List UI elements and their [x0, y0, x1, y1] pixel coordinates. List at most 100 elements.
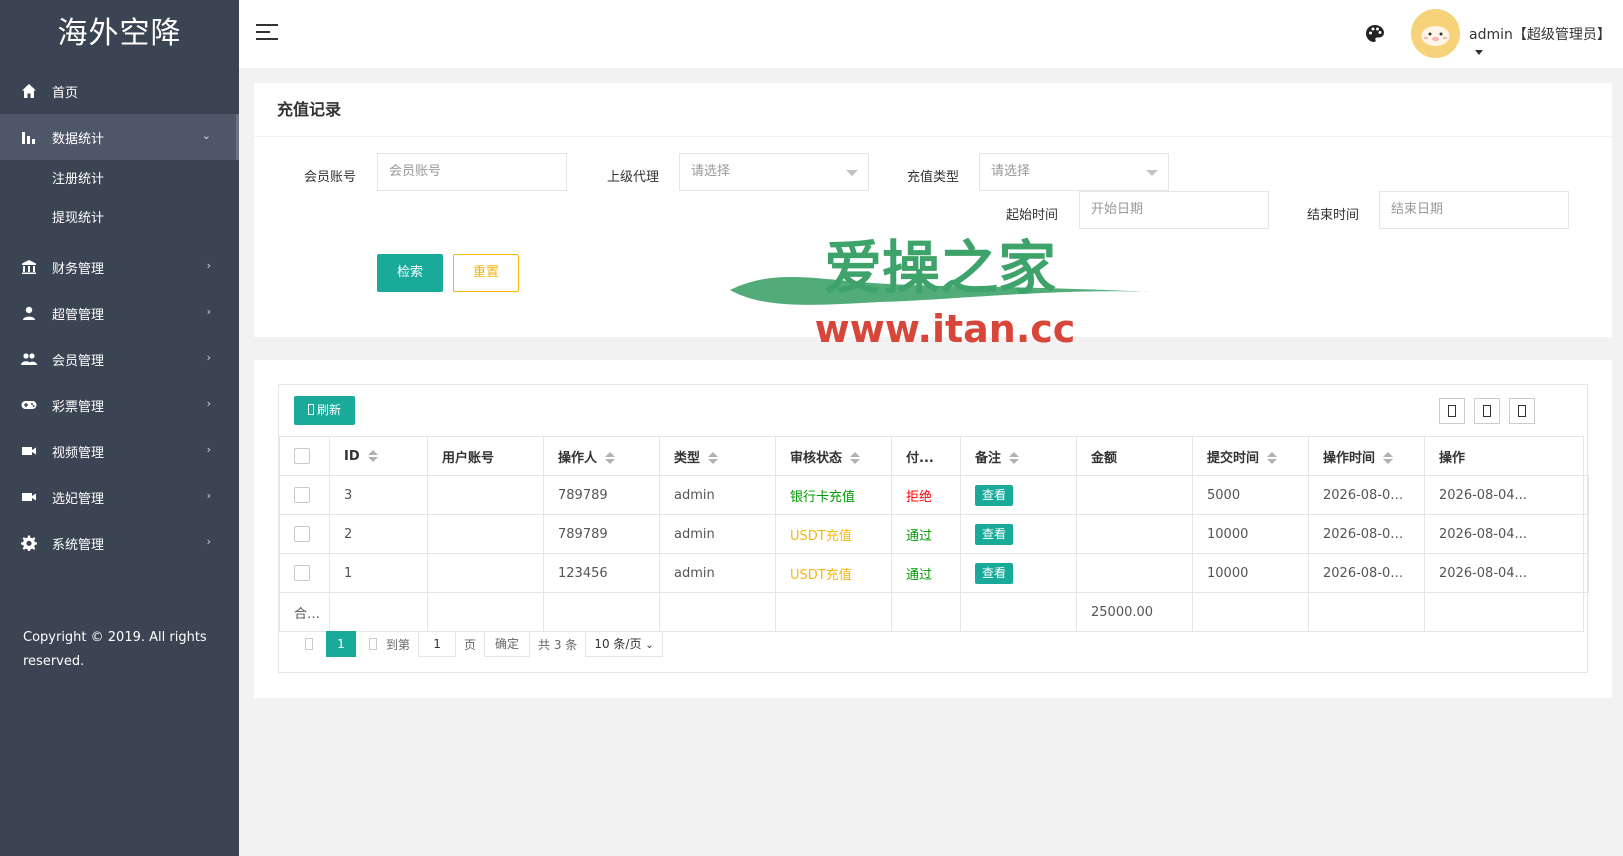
column-header[interactable]: ID	[329, 436, 428, 476]
sort-icon[interactable]	[1383, 452, 1394, 464]
cell-account: 789789	[543, 514, 660, 554]
column-header[interactable]: 提交时间	[1192, 436, 1309, 476]
sidebar-item-concubine[interactable]: 选妃管理 ›	[0, 474, 239, 520]
column-header-label: 类型	[674, 450, 701, 466]
cell-id: 2	[329, 514, 428, 554]
chevron-down-icon: ⌄	[645, 640, 654, 651]
row-select-cell	[279, 514, 330, 554]
chevron-right-icon: ›	[206, 351, 211, 364]
sort-icon[interactable]	[708, 452, 719, 464]
sidebar-item-finance[interactable]: 财务管理 ›	[0, 244, 239, 290]
chevron-right-icon: ›	[206, 489, 211, 502]
sidebar-item-label: 超管管理	[52, 307, 105, 323]
sort-icon[interactable]	[1267, 452, 1278, 464]
menu-toggle-icon[interactable]	[256, 24, 278, 42]
video-icon	[20, 488, 38, 506]
cell-status: 通过	[891, 514, 961, 554]
column-header[interactable]: 操作人	[543, 436, 660, 476]
view-button[interactable]: 查看	[975, 562, 1014, 584]
cell-remark	[1076, 475, 1193, 515]
cell-id: 3	[329, 475, 428, 515]
row-checkbox[interactable]	[294, 487, 310, 503]
row-checkbox[interactable]	[294, 565, 310, 581]
sidebar-item-system[interactable]: 系统管理 ›	[0, 520, 239, 566]
records-table-container: 刷新 ID 用户账号 操作人 类型 审核状态 付... 备注 金额 提交时间 操…	[278, 384, 1589, 673]
view-button[interactable]: 查看	[975, 484, 1014, 506]
palette-icon[interactable]	[1365, 24, 1385, 44]
avatar[interactable]	[1411, 9, 1460, 58]
column-header[interactable]: 审核状态	[775, 436, 892, 476]
chevron-right-icon: ›	[206, 443, 211, 456]
goto-label: 到第	[386, 637, 411, 652]
cell-operator: admin	[659, 514, 776, 554]
sidebar-item-home[interactable]: 首页	[0, 68, 239, 114]
page-label: 页	[464, 637, 477, 652]
reset-button[interactable]: 重置	[453, 254, 519, 292]
sidebar-item-admin[interactable]: 超管管理 ›	[0, 290, 239, 336]
sidebar-item-lottery[interactable]: 彩票管理 ›	[0, 382, 239, 428]
column-header-label: 付...	[906, 450, 934, 466]
goto-confirm-button[interactable]: 确定	[484, 631, 531, 657]
column-header-label: 操作	[1439, 450, 1466, 466]
recharge-type-label: 充值类型	[907, 170, 960, 185]
next-page-icon[interactable]	[369, 638, 377, 650]
copyright-text: Copyright © 2019. All rights reserved.	[23, 630, 207, 669]
sidebar-item-video[interactable]: 视频管理 ›	[0, 428, 239, 474]
column-header[interactable]: 备注	[960, 436, 1077, 476]
sidebar-item-label: 选妃管理	[52, 491, 105, 507]
table-row: 3 789789 admin 银行卡充值 拒绝 查看 5000 2026-08-…	[279, 475, 1589, 515]
sidebar-item-members[interactable]: 会员管理 ›	[0, 336, 239, 382]
cell-pay: 查看	[960, 553, 1077, 593]
prev-page-icon[interactable]	[305, 638, 313, 650]
column-header-label: ID	[344, 448, 360, 464]
column-header[interactable]: 类型	[659, 436, 776, 476]
column-header-label: 审核状态	[790, 450, 843, 466]
cell-actions: 审核删除	[1583, 514, 1589, 554]
select-all-checkbox[interactable]	[294, 448, 310, 464]
column-header: 金额	[1076, 436, 1193, 476]
sidebar-item-data-stats[interactable]: 数据统计 ⌄	[0, 114, 239, 160]
page-size-select[interactable]: 10 条/页 ⌄	[585, 631, 663, 657]
user-menu[interactable]: admin【超级管理员】	[1469, 24, 1623, 60]
gamepad-icon	[20, 396, 38, 414]
caret-down-icon	[846, 170, 858, 176]
search-button[interactable]: 检索	[377, 254, 443, 292]
column-header-label: 金额	[1091, 450, 1118, 466]
recharge-type-select[interactable]: 请选择	[979, 153, 1169, 191]
refresh-label: 刷新	[316, 403, 341, 417]
caret-down-icon	[1146, 170, 1158, 176]
chevron-right-icon: ›	[206, 305, 211, 318]
refresh-button[interactable]: 刷新	[294, 396, 355, 425]
cell-submit-time: 2026-08-04...	[1308, 475, 1425, 515]
sort-icon[interactable]	[367, 450, 378, 462]
end-date-input[interactable]: 结束日期	[1379, 191, 1569, 229]
sort-icon[interactable]	[1009, 452, 1020, 464]
current-page[interactable]: 1	[326, 631, 356, 657]
total-amount: 25000.00	[1076, 592, 1193, 632]
users-icon	[20, 350, 38, 368]
cell-actions: 审核删除	[1583, 553, 1589, 593]
sort-icon[interactable]	[850, 452, 861, 464]
sidebar-subitem-register-stats[interactable]: 注册统计	[0, 160, 239, 199]
column-header[interactable]: 操作时间	[1308, 436, 1425, 476]
columns-filter-icon[interactable]	[1439, 398, 1465, 424]
agent-select[interactable]: 请选择	[679, 153, 869, 191]
member-account-input[interactable]: 会员账号	[377, 153, 567, 191]
agent-label: 上级代理	[607, 170, 660, 185]
row-checkbox[interactable]	[294, 526, 310, 542]
goto-page-input[interactable]: 1	[418, 631, 457, 657]
start-date-input[interactable]: 开始日期	[1079, 191, 1269, 229]
sidebar-item-label: 会员管理	[52, 353, 105, 369]
chevron-right-icon: ›	[206, 535, 211, 548]
column-header-label: 用户账号	[442, 450, 495, 466]
select-all-cell	[279, 436, 330, 476]
cell-type: 银行卡充值	[775, 475, 892, 515]
chevron-right-icon: ›	[206, 397, 211, 410]
sidebar-subitem-withdraw-stats[interactable]: 提现统计	[0, 199, 239, 238]
view-button[interactable]: 查看	[975, 523, 1014, 545]
sort-icon[interactable]	[605, 452, 616, 464]
print-icon[interactable]	[1509, 398, 1535, 424]
table-total-row: 合... 25000.00	[279, 592, 1589, 632]
export-icon[interactable]	[1474, 398, 1500, 424]
column-header-label: 备注	[975, 450, 1002, 466]
